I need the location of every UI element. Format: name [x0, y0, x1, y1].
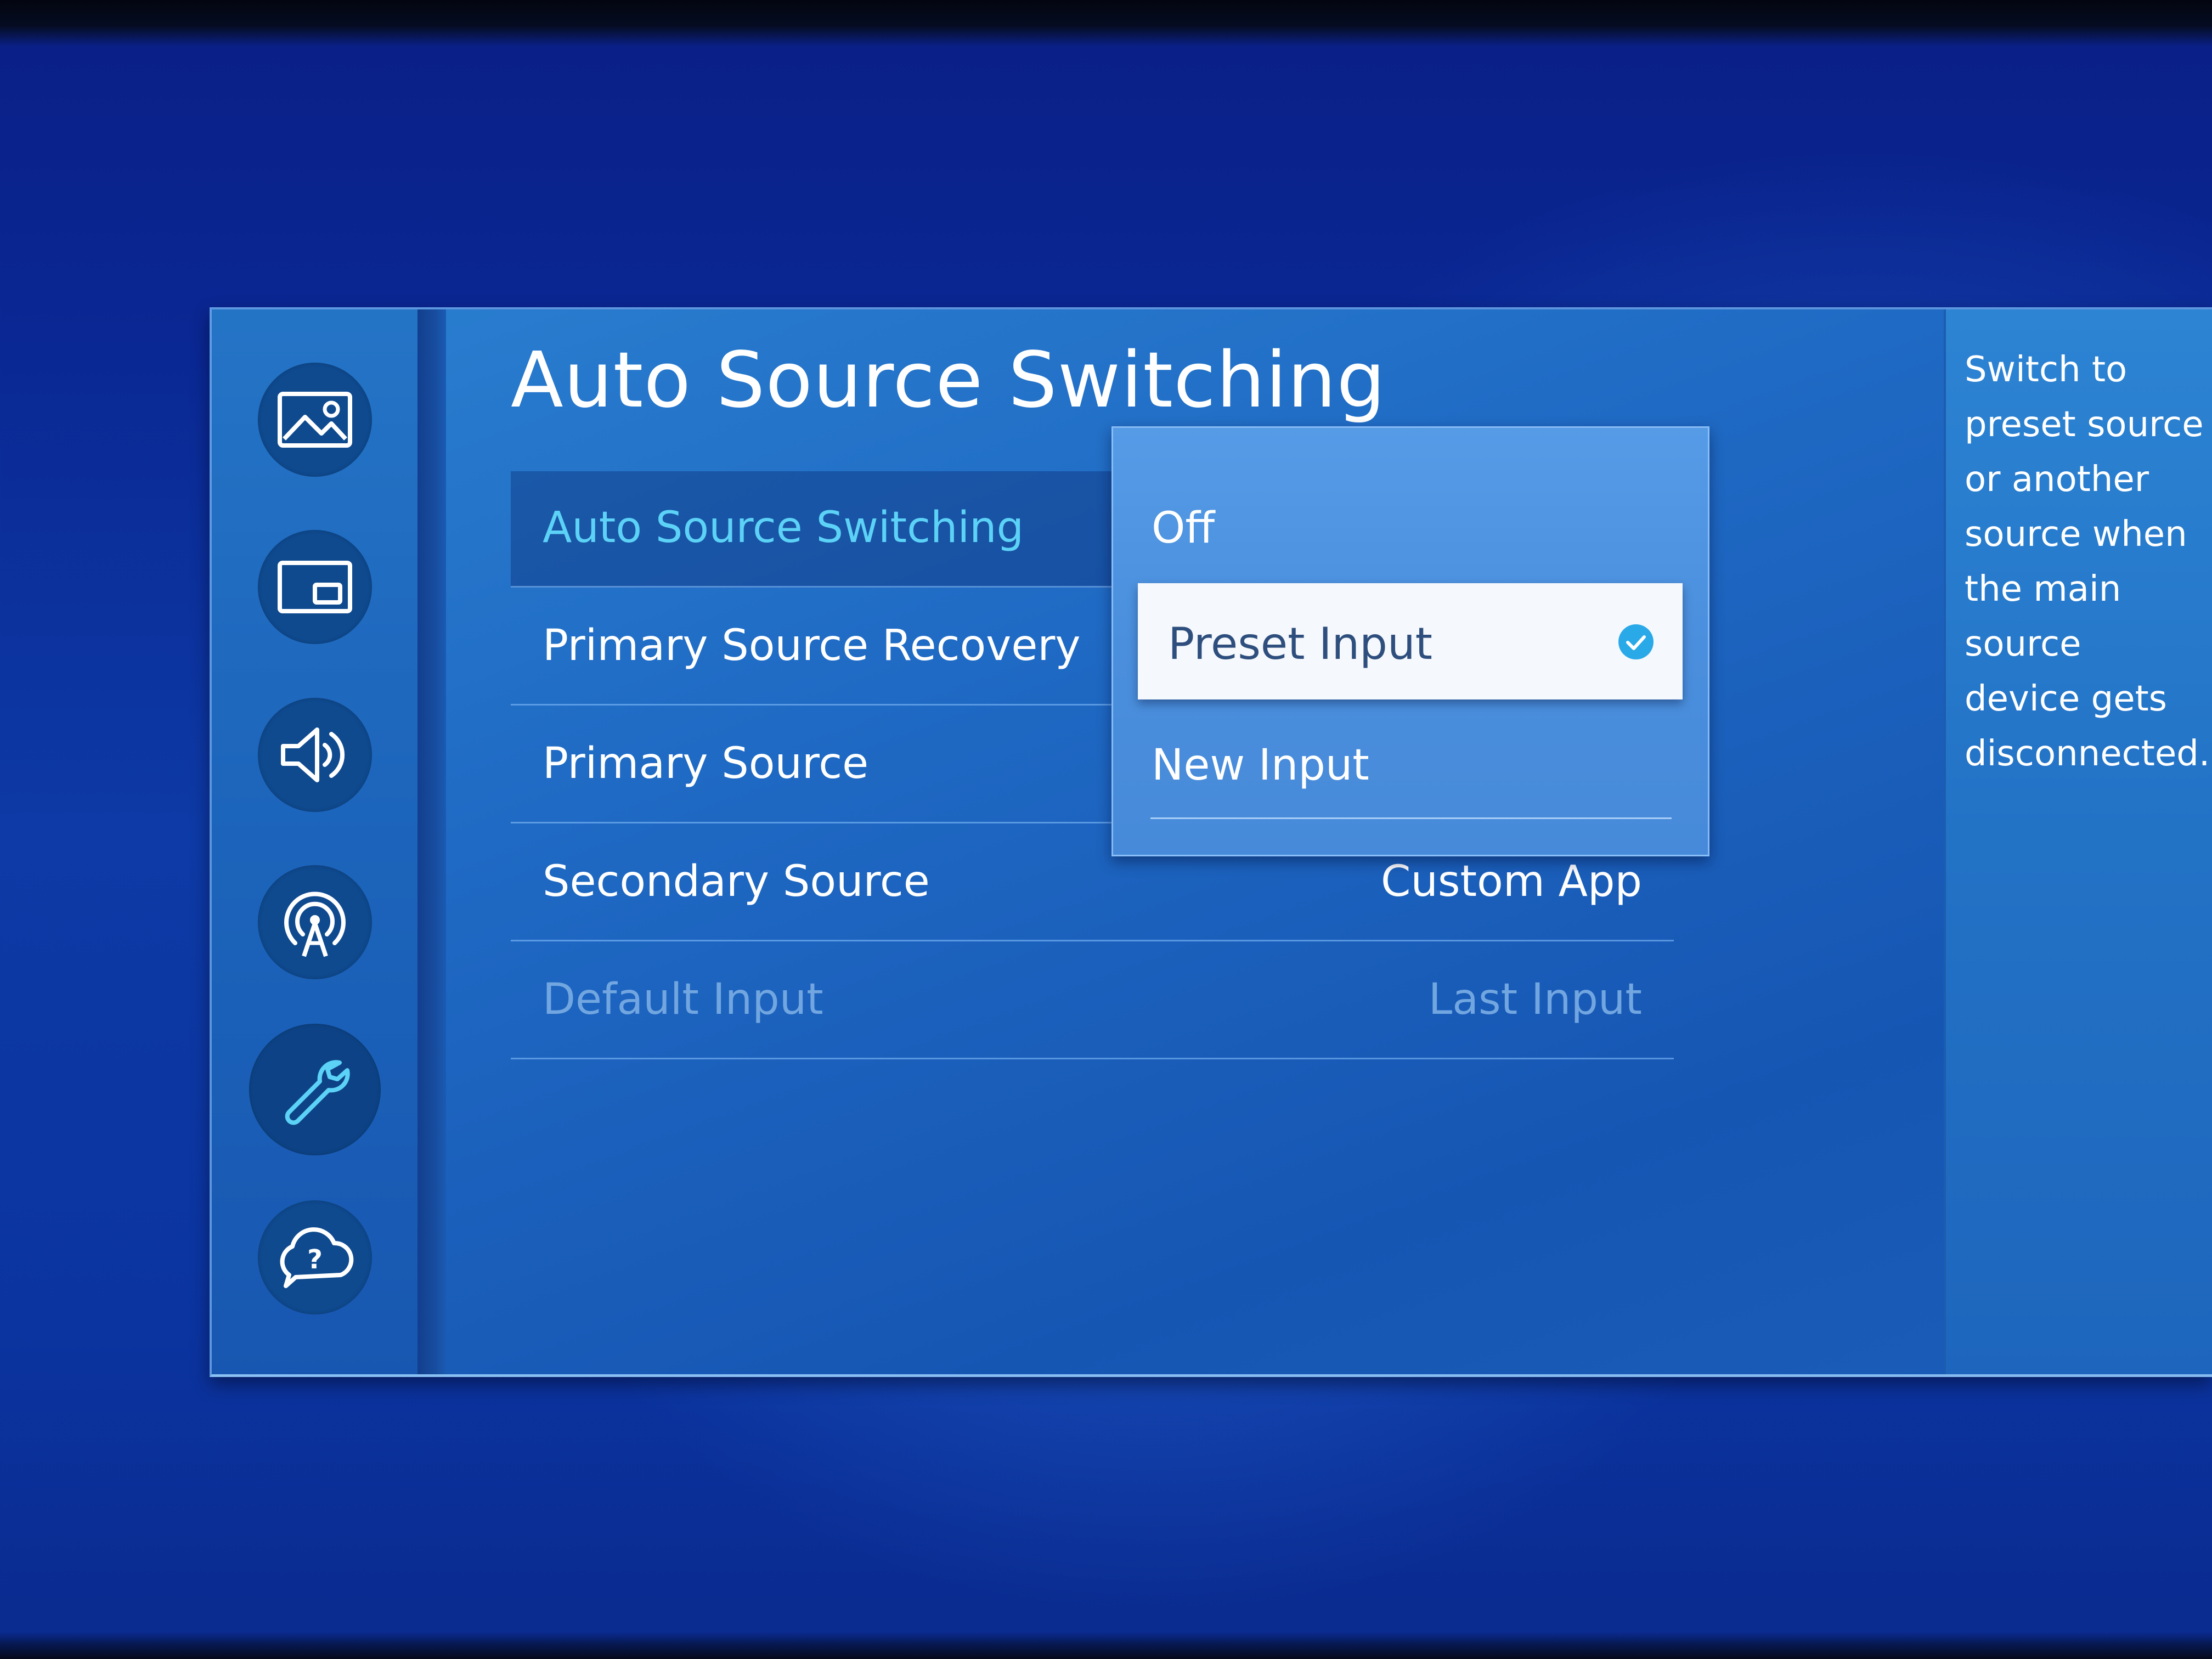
info-panel: Switch to preset source or another sourc… [1944, 309, 2212, 1374]
dropdown-divider [1150, 817, 1672, 819]
dropdown-option-label: Preset Input [1168, 618, 1433, 669]
picture-icon [278, 392, 352, 448]
sound-icon [281, 727, 345, 782]
menu-row-default-input: Default Input Last Input [511, 943, 1674, 1059]
broadcasting-icon [284, 891, 346, 957]
sidebar-item-pip[interactable] [258, 530, 372, 644]
wrench-icon [285, 1060, 350, 1125]
check-icon [1618, 624, 1654, 659]
menu-row-label: Auto Source Switching [543, 503, 1024, 552]
tv-bezel-bottom [0, 1632, 2212, 1659]
sidebar-item-picture[interactable] [258, 363, 372, 477]
info-description: Switch to preset source or another sourc… [1965, 349, 2210, 774]
menu-row-label: Primary Source [543, 739, 869, 788]
dropdown-option-new-input[interactable]: New Input [1152, 741, 1369, 790]
menu-row-label: Primary Source Recovery [543, 621, 1081, 670]
sidebar-divider [417, 309, 446, 1374]
settings-sidebar: ? [212, 309, 417, 1374]
page-title: Auto Source Switching [511, 336, 1386, 425]
auto-source-switching-dropdown: Off Preset Input New Input [1111, 426, 1709, 856]
svg-text:?: ? [307, 1244, 323, 1275]
dropdown-option-preset-input[interactable]: Preset Input [1138, 583, 1683, 699]
support-cloud-icon: ? [280, 1227, 354, 1288]
picture-in-picture-icon [278, 561, 352, 613]
sidebar-item-support[interactable]: ? [258, 1200, 372, 1314]
sidebar-item-sound[interactable] [258, 698, 372, 812]
sidebar-item-broadcasting[interactable] [258, 865, 372, 979]
menu-row-value: Last Input [1428, 975, 1642, 1024]
menu-row-value: Custom App [1381, 857, 1642, 906]
tv-bezel-top [0, 0, 2212, 47]
menu-row-label: Default Input [543, 975, 823, 1024]
menu-row-label: Secondary Source [543, 857, 930, 906]
sidebar-item-general[interactable] [249, 1024, 381, 1155]
dropdown-option-off[interactable]: Off [1152, 504, 1215, 553]
